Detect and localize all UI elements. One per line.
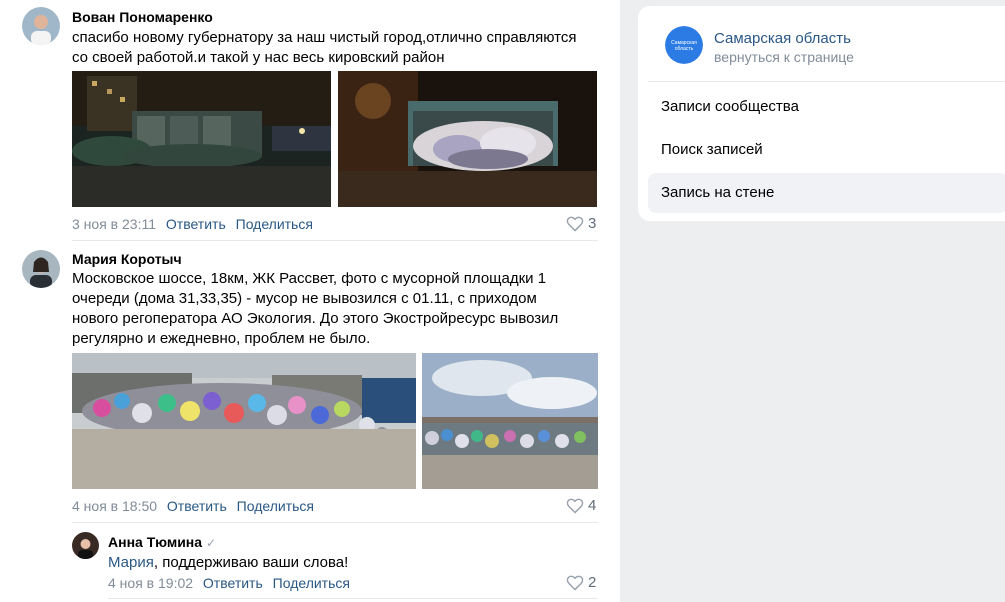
post-photo[interactable] [72,353,416,489]
like-count: 3 [588,215,597,232]
like-count: 2 [588,574,597,591]
post-text: Московское шоссе, 18км, ЖК Рассвет, фото… [72,270,559,347]
avatar[interactable] [22,7,60,45]
group-name[interactable]: Самарская область [714,30,851,47]
comment-author: Анна Тюмина ✓ [108,534,217,550]
post-meta: 4 ноя в 18:50 Ответить Поделиться [72,498,314,514]
heart-icon [566,216,584,232]
verified-icon: ✓ [206,536,217,550]
share-button[interactable]: Поделиться [237,498,314,514]
post-author[interactable]: Мария Коротыч [72,251,182,267]
mention-link[interactable]: Мария [108,554,154,571]
heart-icon [566,498,584,514]
like-button[interactable]: 2 [566,574,596,591]
avatar[interactable] [72,532,99,559]
group-logo[interactable]: Самарская область [665,26,703,64]
like-button[interactable]: 3 [566,215,596,232]
share-button[interactable]: Поделиться [236,216,313,232]
post-date[interactable]: 4 ноя в 18:50 [72,498,157,514]
post-author[interactable]: Вован Пономаренко [72,9,213,25]
comment-meta: 4 ноя в 19:02 Ответить Поделиться [108,575,350,591]
reply-button[interactable]: Ответить [203,575,263,591]
back-link[interactable]: вернуться к странице [714,49,854,65]
comment-text: Мария, поддерживаю ваши слова! [108,554,349,571]
post-photo[interactable] [338,71,597,207]
sidebar: Самарская область Самарская область верн… [638,6,1005,221]
reply-button[interactable]: Ответить [167,498,227,514]
avatar[interactable] [22,250,60,288]
post-date[interactable]: 3 ноя в 23:11 [72,216,156,232]
like-count: 4 [588,497,597,514]
post-photo[interactable] [422,353,598,489]
divider [72,240,598,241]
menu-item-wall-post[interactable]: Запись на стене [648,173,1005,213]
post-meta: 3 ноя в 23:11 Ответить Поделиться [72,216,313,232]
reply-button[interactable]: Ответить [166,216,226,232]
divider [648,81,1005,82]
heart-icon [566,575,584,591]
comment-date[interactable]: 4 ноя в 19:02 [108,575,193,591]
post-text: спасибо новому губернатору за наш чистый… [72,29,577,66]
svg-text:область: область [675,46,694,52]
menu-item-search-posts[interactable]: Поиск записей [648,130,1005,170]
post-photo[interactable] [72,71,331,207]
menu-item-community-posts[interactable]: Записи сообщества [648,87,1005,127]
divider [72,522,598,523]
like-button[interactable]: 4 [566,497,596,514]
feed: Вован Пономаренко спасибо новому губерна… [0,0,620,602]
share-button[interactable]: Поделиться [273,575,350,591]
divider [108,598,598,599]
